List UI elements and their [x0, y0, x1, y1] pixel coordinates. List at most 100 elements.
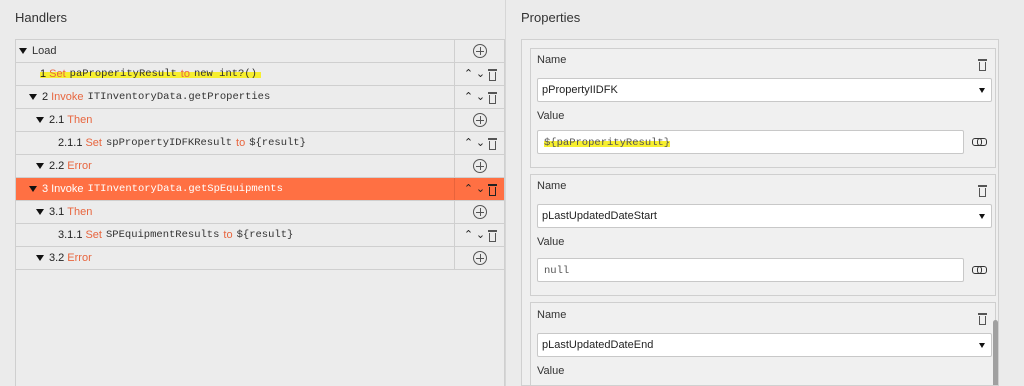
- move-down-icon[interactable]: ⌄: [476, 137, 486, 149]
- properties-panel: Name pPropertyIIDFK Value ${paProperityR…: [521, 39, 999, 386]
- trash-icon[interactable]: [978, 185, 987, 197]
- value-label: Value: [537, 236, 565, 248]
- handler-row-2-1-1[interactable]: 2.1.1 Set spPropertyIDFKResult to ${resu…: [16, 132, 504, 155]
- trash-icon[interactable]: [487, 68, 497, 81]
- value-label: Value: [537, 110, 565, 122]
- step-number: 2: [42, 91, 49, 103]
- handler-row-2-1[interactable]: 2.1 Then: [16, 109, 504, 132]
- handler-row-3-selected[interactable]: 3 Invoke ITInventoryData.getSpEquipments…: [16, 178, 504, 201]
- dropdown-caret-icon: [979, 88, 985, 93]
- step-number: 3: [42, 183, 49, 195]
- property-name-value: pPropertyIIDFK: [542, 84, 618, 96]
- property-value-input[interactable]: null: [537, 258, 964, 282]
- property-name-select[interactable]: pLastUpdatedDateEnd: [537, 333, 992, 357]
- move-down-icon[interactable]: ⌄: [476, 68, 486, 80]
- handler-row-3-2[interactable]: 3.2 Error: [16, 247, 504, 270]
- move-up-icon[interactable]: ⌃: [464, 137, 474, 149]
- step-keyword: Set: [85, 229, 102, 241]
- add-circle-icon[interactable]: [473, 251, 487, 265]
- step-keyword: Invoke: [51, 91, 84, 103]
- handlers-tree: Load 1 Set paProperityResult to new int?…: [15, 39, 505, 386]
- move-up-icon[interactable]: ⌃: [464, 183, 474, 195]
- name-label: Name: [537, 54, 567, 66]
- step-value: ${result}: [249, 137, 306, 149]
- step-target: spPropertyIDFKResult: [105, 137, 233, 149]
- move-up-icon[interactable]: ⌃: [464, 68, 474, 80]
- step-target: SPEquipmentResults: [105, 229, 220, 241]
- step-value: new int?(): [193, 68, 257, 80]
- move-up-icon[interactable]: ⌃: [464, 229, 474, 241]
- step-keyword: Invoke: [51, 183, 84, 195]
- property-name-select[interactable]: pLastUpdatedDateStart: [537, 204, 992, 228]
- step-to: to: [236, 137, 246, 149]
- property-name-value: pLastUpdatedDateEnd: [542, 339, 654, 351]
- collapse-triangle-icon[interactable]: [36, 117, 44, 123]
- move-down-icon[interactable]: ⌄: [476, 91, 486, 103]
- handler-row-1[interactable]: 1 Set paProperityResult to new int?() ⌃ …: [16, 63, 504, 86]
- add-circle-icon[interactable]: [473, 159, 487, 173]
- add-circle-icon[interactable]: [473, 205, 487, 219]
- handler-event-label: Load: [32, 45, 57, 57]
- property-card: Name pLastUpdatedDateStart Value null: [530, 174, 996, 296]
- step-keyword: Error: [67, 252, 92, 264]
- property-value-text: null: [544, 265, 570, 277]
- step-to: to: [223, 229, 233, 241]
- collapse-triangle-icon[interactable]: [36, 255, 44, 261]
- step-keyword: Set: [85, 137, 102, 149]
- step-value: ${result}: [236, 229, 294, 241]
- property-card: Name pLastUpdatedDateEnd Value: [530, 302, 996, 385]
- collapse-triangle-icon[interactable]: [19, 48, 27, 54]
- handler-row-2[interactable]: 2 Invoke ITInventoryData.getProperties ⌃…: [16, 86, 504, 109]
- trash-icon[interactable]: [978, 59, 987, 71]
- step-target: paProperityResult: [69, 68, 177, 80]
- step-target: ITInventoryData.getSpEquipments: [87, 183, 283, 195]
- step-keyword: Error: [67, 160, 92, 172]
- add-circle-icon[interactable]: [473, 44, 487, 58]
- value-label: Value: [537, 365, 565, 377]
- handler-row-3-1[interactable]: 3.1 Then: [16, 201, 504, 224]
- collapse-triangle-icon[interactable]: [36, 209, 44, 215]
- step-number: 3.1: [49, 206, 65, 218]
- step-keyword: Set: [49, 68, 66, 80]
- name-label: Name: [537, 309, 567, 321]
- link-icon[interactable]: [972, 266, 987, 274]
- handlers-title: Handlers: [15, 10, 68, 25]
- property-card: Name pPropertyIIDFK Value ${paProperityR…: [530, 48, 996, 168]
- trash-icon[interactable]: [978, 313, 987, 325]
- property-name-select[interactable]: pPropertyIIDFK: [537, 78, 992, 102]
- collapse-triangle-icon[interactable]: [36, 163, 44, 169]
- step-to: to: [180, 68, 190, 80]
- step-number: 2.2: [49, 160, 65, 172]
- panel-divider: [505, 0, 506, 386]
- move-up-icon[interactable]: ⌃: [464, 91, 474, 103]
- highlighted-statement: 1 Set paProperityResult to new int?(): [40, 68, 261, 80]
- handler-row-load[interactable]: Load: [16, 40, 504, 63]
- properties-title: Properties: [521, 10, 581, 25]
- trash-icon[interactable]: [487, 91, 497, 104]
- add-circle-icon[interactable]: [473, 113, 487, 127]
- step-number: 2.1: [49, 114, 65, 126]
- move-down-icon[interactable]: ⌄: [476, 183, 486, 195]
- dropdown-caret-icon: [979, 214, 985, 219]
- link-icon[interactable]: [972, 138, 987, 146]
- step-number: 2.1.1: [58, 137, 83, 149]
- trash-icon[interactable]: [487, 183, 497, 196]
- step-keyword: Then: [67, 114, 93, 126]
- property-value-text: ${paProperityResult}: [544, 137, 671, 149]
- dropdown-caret-icon: [979, 343, 985, 348]
- collapse-triangle-icon[interactable]: [29, 94, 37, 100]
- step-keyword: Then: [67, 206, 93, 218]
- name-label: Name: [537, 180, 567, 192]
- step-number: 3.1.1: [58, 229, 83, 241]
- step-target: ITInventoryData.getProperties: [87, 91, 271, 103]
- trash-icon[interactable]: [487, 137, 497, 150]
- move-down-icon[interactable]: ⌄: [476, 229, 486, 241]
- handler-row-3-1-1[interactable]: 3.1.1 Set SPEquipmentResults to ${result…: [16, 224, 504, 247]
- handler-row-2-2[interactable]: 2.2 Error: [16, 155, 504, 178]
- step-number: 3.2: [49, 252, 65, 264]
- collapse-triangle-icon[interactable]: [29, 186, 37, 192]
- property-value-input[interactable]: ${paProperityResult}: [537, 130, 964, 154]
- step-number: 1: [40, 68, 47, 80]
- scrollbar[interactable]: [993, 320, 998, 385]
- trash-icon[interactable]: [487, 229, 497, 242]
